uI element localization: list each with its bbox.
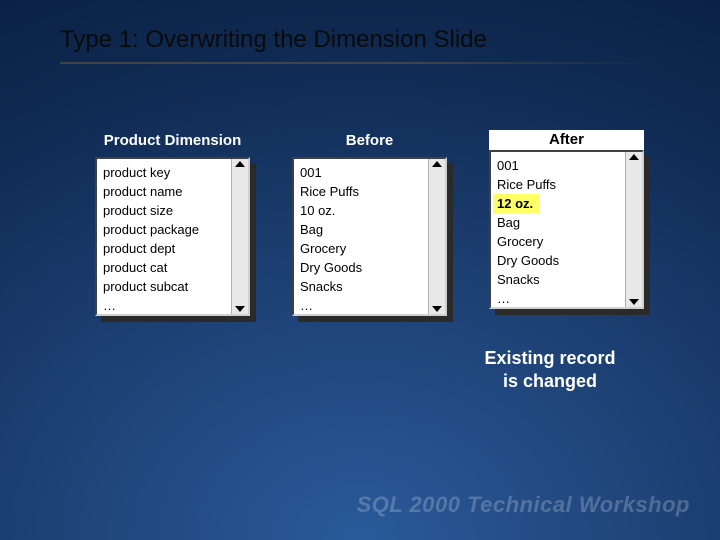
caption-line2: is changed bbox=[503, 371, 597, 391]
list-item: product size bbox=[103, 201, 225, 220]
column-before: Before 001 Rice Puffs 10 oz. Bag Grocery… bbox=[292, 130, 447, 316]
column-header-after: After bbox=[489, 130, 644, 150]
list-item: … bbox=[497, 289, 619, 307]
list-item: Bag bbox=[497, 213, 619, 232]
list-item: product package bbox=[103, 220, 225, 239]
caption-text: Existing record is changed bbox=[460, 347, 640, 392]
list-item: Rice Puffs bbox=[497, 175, 619, 194]
columns-container: Product Dimension product key product na… bbox=[95, 130, 644, 316]
list-item: Snacks bbox=[497, 270, 619, 289]
listbox-after[interactable]: 001 Rice Puffs 12 oz. Bag Grocery Dry Go… bbox=[489, 150, 644, 309]
list-item: product cat bbox=[103, 258, 225, 277]
title-underline bbox=[60, 62, 660, 64]
list-item: Snacks bbox=[300, 277, 422, 296]
list-item: Grocery bbox=[497, 232, 619, 251]
caption-line1: Existing record bbox=[484, 348, 615, 368]
column-header-dimension: Product Dimension bbox=[104, 130, 242, 150]
scroll-down-icon[interactable] bbox=[235, 306, 245, 312]
listbox-after-wrap: 001 Rice Puffs 12 oz. Bag Grocery Dry Go… bbox=[489, 150, 644, 309]
list-item: product subcat bbox=[103, 277, 225, 296]
list-item: product key bbox=[103, 163, 225, 182]
list-item: 10 oz. bbox=[300, 201, 422, 220]
scrollbar[interactable] bbox=[231, 159, 248, 314]
list-item: Dry Goods bbox=[300, 258, 422, 277]
list-item: 001 bbox=[497, 156, 619, 175]
listbox-content: product key product name product size pr… bbox=[97, 159, 231, 314]
column-header-before: Before bbox=[346, 130, 394, 150]
scroll-up-icon[interactable] bbox=[235, 161, 245, 167]
listbox-before-wrap: 001 Rice Puffs 10 oz. Bag Grocery Dry Go… bbox=[292, 157, 447, 316]
list-item: … bbox=[103, 296, 225, 314]
listbox-dimension-wrap: product key product name product size pr… bbox=[95, 157, 250, 316]
scroll-down-icon[interactable] bbox=[432, 306, 442, 312]
listbox-content: 001 Rice Puffs 12 oz. Bag Grocery Dry Go… bbox=[491, 152, 625, 307]
list-item: Rice Puffs bbox=[300, 182, 422, 201]
scroll-up-icon[interactable] bbox=[629, 154, 639, 160]
scrollbar[interactable] bbox=[625, 152, 642, 307]
list-item: 001 bbox=[300, 163, 422, 182]
slide-title: Type 1: Overwriting the Dimension Slide bbox=[60, 26, 487, 54]
list-item: product dept bbox=[103, 239, 225, 258]
list-item: Bag bbox=[300, 220, 422, 239]
footer-branding: SQL 2000 Technical Workshop bbox=[357, 492, 690, 518]
list-item: Dry Goods bbox=[497, 251, 619, 270]
scroll-down-icon[interactable] bbox=[629, 299, 639, 305]
listbox-before[interactable]: 001 Rice Puffs 10 oz. Bag Grocery Dry Go… bbox=[292, 157, 447, 316]
list-item: … bbox=[300, 296, 422, 314]
scroll-up-icon[interactable] bbox=[432, 161, 442, 167]
scrollbar[interactable] bbox=[428, 159, 445, 314]
list-item: product name bbox=[103, 182, 225, 201]
list-item-changed: 12 oz. bbox=[493, 194, 539, 213]
listbox-content: 001 Rice Puffs 10 oz. Bag Grocery Dry Go… bbox=[294, 159, 428, 314]
list-item: Grocery bbox=[300, 239, 422, 258]
listbox-dimension[interactable]: product key product name product size pr… bbox=[95, 157, 250, 316]
column-after: After 001 Rice Puffs 12 oz. Bag Grocery … bbox=[489, 130, 644, 316]
column-product-dimension: Product Dimension product key product na… bbox=[95, 130, 250, 316]
